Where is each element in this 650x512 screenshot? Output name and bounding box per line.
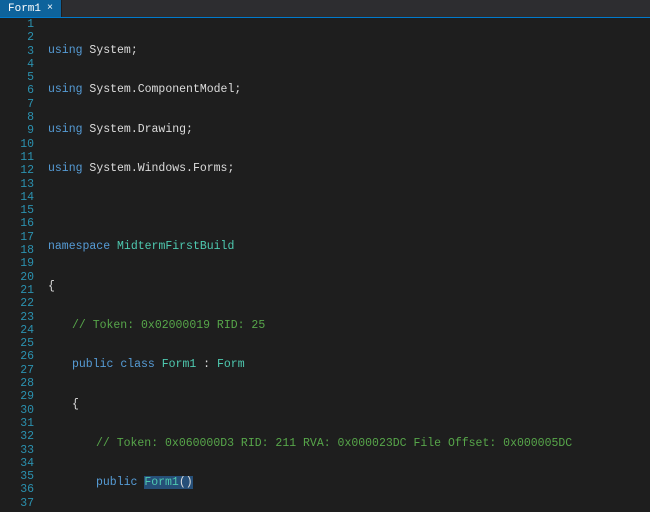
code-line: { bbox=[48, 398, 650, 411]
code-area[interactable]: using System; using System.ComponentMode… bbox=[42, 18, 650, 512]
code-line: using System.ComponentModel; bbox=[48, 83, 650, 96]
code-line: using System; bbox=[48, 44, 650, 57]
code-line: public Form1() bbox=[48, 476, 650, 489]
code-line: using System.Windows.Forms; bbox=[48, 162, 650, 175]
code-line: // Token: 0x060000D3 RID: 211 RVA: 0x000… bbox=[48, 437, 650, 450]
line-number-gutter: 1 2 3 4 5 6 7 8 9 10 11 12 13 14 15 16 1… bbox=[0, 18, 42, 512]
code-line: public class Form1 : Form bbox=[48, 358, 650, 371]
code-line: namespace MidtermFirstBuild bbox=[48, 240, 650, 253]
tab-form1[interactable]: Form1 × bbox=[0, 0, 62, 17]
code-line: // Token: 0x02000019 RID: 25 bbox=[48, 319, 650, 332]
code-editor[interactable]: 1 2 3 4 5 6 7 8 9 10 11 12 13 14 15 16 1… bbox=[0, 18, 650, 512]
close-icon[interactable]: × bbox=[47, 3, 53, 14]
code-line: using System.Drawing; bbox=[48, 123, 650, 136]
tab-bar: Form1 × bbox=[0, 0, 650, 18]
tab-label: Form1 bbox=[8, 3, 41, 15]
code-line bbox=[48, 201, 650, 214]
code-line: { bbox=[48, 280, 650, 293]
